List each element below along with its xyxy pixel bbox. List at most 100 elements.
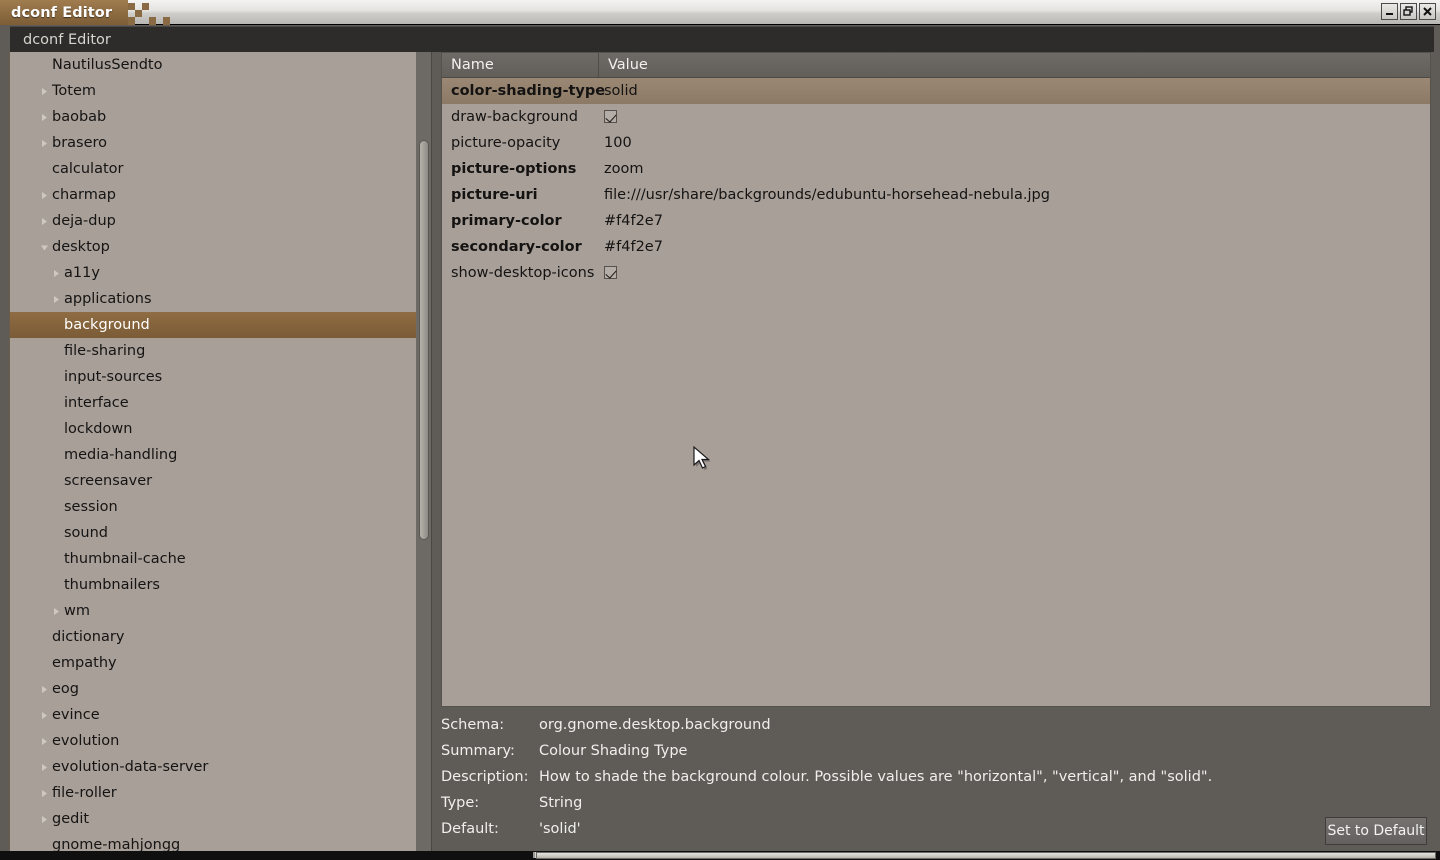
- tree-item-a11y[interactable]: a11y: [10, 260, 431, 286]
- table-row[interactable]: primary-color #f4f2e7: [442, 208, 1430, 234]
- tree-item-label: file-sharing: [64, 343, 146, 359]
- tree-item-evince[interactable]: evince: [10, 702, 431, 728]
- chevron-right-icon[interactable]: [40, 763, 49, 772]
- key-value-cell[interactable]: #f4f2e7: [599, 213, 1430, 229]
- tree-item-label: interface: [64, 395, 129, 411]
- chevron-right-icon[interactable]: [40, 113, 49, 122]
- key-value-cell[interactable]: #f4f2e7: [599, 239, 1430, 255]
- tree-item-evolution[interactable]: evolution: [10, 728, 431, 754]
- chevron-right-icon[interactable]: [52, 607, 61, 616]
- key-list-view[interactable]: Name Value color-shading-type solid draw-b…: [441, 52, 1431, 707]
- chevron-right-icon[interactable]: [40, 191, 49, 200]
- tree-item-evolution-data-server[interactable]: evolution-data-server: [10, 754, 431, 780]
- key-value-cell[interactable]: 100: [599, 135, 1430, 151]
- tree-item-screensaver[interactable]: screensaver: [10, 468, 431, 494]
- table-row[interactable]: picture-opacity 100: [442, 130, 1430, 156]
- table-row[interactable]: show-desktop-icons: [442, 260, 1430, 286]
- dconf-editor-window: dconf Editor dconf Editor NautilusSendto…: [0, 0, 1440, 860]
- tree-item-dictionary[interactable]: dictionary: [10, 624, 431, 650]
- tree-scrollbar-thumb[interactable]: [419, 140, 429, 540]
- info-value: Colour Shading Type: [539, 743, 688, 759]
- set-to-default-button[interactable]: Set to Default: [1325, 817, 1427, 845]
- schema-tree-pane[interactable]: NautilusSendto Totem baobab brasero calculat…: [9, 52, 432, 852]
- tree-item-media-handling[interactable]: media-handling: [10, 442, 431, 468]
- table-row[interactable]: draw-background: [442, 104, 1430, 130]
- tree-item-calculator[interactable]: calculator: [10, 156, 431, 182]
- info-row: Default: 'solid': [441, 816, 1431, 842]
- tree-item-thumbnail-cache[interactable]: thumbnail-cache: [10, 546, 431, 572]
- minimize-button[interactable]: [1381, 3, 1398, 20]
- tree-item-brasero[interactable]: brasero: [10, 130, 431, 156]
- chevron-right-icon[interactable]: [40, 711, 49, 720]
- tree-item-gedit[interactable]: gedit: [10, 806, 431, 832]
- tree-item-desktop[interactable]: desktop: [10, 234, 431, 260]
- title-pixel-deco: [135, 10, 142, 17]
- tree-item-thumbnailers[interactable]: thumbnailers: [10, 572, 431, 598]
- window-title: dconf Editor: [11, 4, 113, 21]
- tree-item-eog[interactable]: eog: [10, 676, 431, 702]
- tree-item-totem[interactable]: Totem: [10, 78, 431, 104]
- tree-item-interface[interactable]: interface: [10, 390, 431, 416]
- tree-item-label: NautilusSendto: [52, 57, 163, 73]
- tree-item-file-roller[interactable]: file-roller: [10, 780, 431, 806]
- column-header-name[interactable]: Name: [442, 53, 599, 77]
- tree-item-label: thumbnail-cache: [64, 551, 186, 567]
- tree-item-deja-dup[interactable]: deja-dup: [10, 208, 431, 234]
- tree-item-file-sharing[interactable]: file-sharing: [10, 338, 431, 364]
- table-row[interactable]: picture-uri file:///usr/share/backgrounds…: [442, 182, 1430, 208]
- key-name-cell: secondary-color: [451, 239, 582, 255]
- tree-item-wm[interactable]: wm: [10, 598, 431, 624]
- key-value-cell[interactable]: [599, 109, 1430, 125]
- key-value-cell[interactable]: solid: [599, 83, 1430, 99]
- chevron-right-icon[interactable]: [40, 217, 49, 226]
- tree-item-label: media-handling: [64, 447, 178, 463]
- checkbox-checked-icon[interactable]: [604, 110, 617, 123]
- info-label: Default:: [441, 821, 499, 837]
- chevron-right-icon[interactable]: [52, 295, 61, 304]
- tree-item-label: input-sources: [64, 369, 163, 385]
- tree-item-background[interactable]: background: [10, 312, 431, 338]
- tree-item-sound[interactable]: sound: [10, 520, 431, 546]
- tree-item-empathy[interactable]: empathy: [10, 650, 431, 676]
- tree-item-nautilussendto[interactable]: NautilusSendto: [10, 52, 431, 78]
- checkbox-checked-icon[interactable]: [604, 266, 617, 279]
- info-label: Type:: [441, 795, 480, 811]
- tree-item-label: dictionary: [52, 629, 125, 645]
- chevron-right-icon[interactable]: [52, 269, 61, 278]
- table-row[interactable]: secondary-color #f4f2e7: [442, 234, 1430, 260]
- table-row[interactable]: picture-options zoom: [442, 156, 1430, 182]
- tree-item-lockdown[interactable]: lockdown: [10, 416, 431, 442]
- tree-item-charmap[interactable]: charmap: [10, 182, 431, 208]
- chevron-right-icon[interactable]: [40, 737, 49, 746]
- tree-item-gnome-mahjongg[interactable]: gnome-mahjongg: [10, 832, 431, 852]
- close-button[interactable]: [1419, 3, 1436, 20]
- tree-item-input-sources[interactable]: input-sources: [10, 364, 431, 390]
- title-pixel-deco: [128, 3, 135, 10]
- tree-item-label: applications: [64, 291, 152, 307]
- tree-item-session[interactable]: session: [10, 494, 431, 520]
- tree-item-applications[interactable]: applications: [10, 286, 431, 312]
- key-value-cell[interactable]: zoom: [599, 161, 1430, 177]
- chevron-right-icon[interactable]: [40, 815, 49, 824]
- key-list-rows: color-shading-type solid draw-background pi…: [442, 78, 1430, 286]
- chevron-right-icon[interactable]: [40, 685, 49, 694]
- tree-item-label: eog: [52, 681, 79, 697]
- chevron-right-icon[interactable]: [40, 87, 49, 96]
- restore-button[interactable]: [1400, 3, 1417, 20]
- window-titlebar[interactable]: dconf Editor: [0, 0, 1440, 25]
- tree-item-baobab[interactable]: baobab: [10, 104, 431, 130]
- horizontal-scrollbar[interactable]: [536, 852, 1436, 859]
- chevron-right-icon[interactable]: [40, 789, 49, 798]
- key-value-cell[interactable]: file:///usr/share/backgrounds/edubuntu-h…: [599, 187, 1430, 203]
- tree-item-label: background: [64, 317, 150, 333]
- table-row[interactable]: color-shading-type solid: [442, 78, 1430, 104]
- tree-vertical-scrollbar[interactable]: [416, 52, 431, 852]
- chevron-down-icon[interactable]: [40, 243, 49, 252]
- column-header-value[interactable]: Value: [599, 53, 1430, 77]
- title-pixel-deco: [163, 17, 170, 25]
- info-row: Type: String: [441, 790, 1431, 816]
- key-value-cell[interactable]: [599, 265, 1430, 281]
- key-name-cell: color-shading-type: [451, 83, 606, 99]
- key-name-cell: primary-color: [451, 213, 562, 229]
- chevron-right-icon[interactable]: [40, 139, 49, 148]
